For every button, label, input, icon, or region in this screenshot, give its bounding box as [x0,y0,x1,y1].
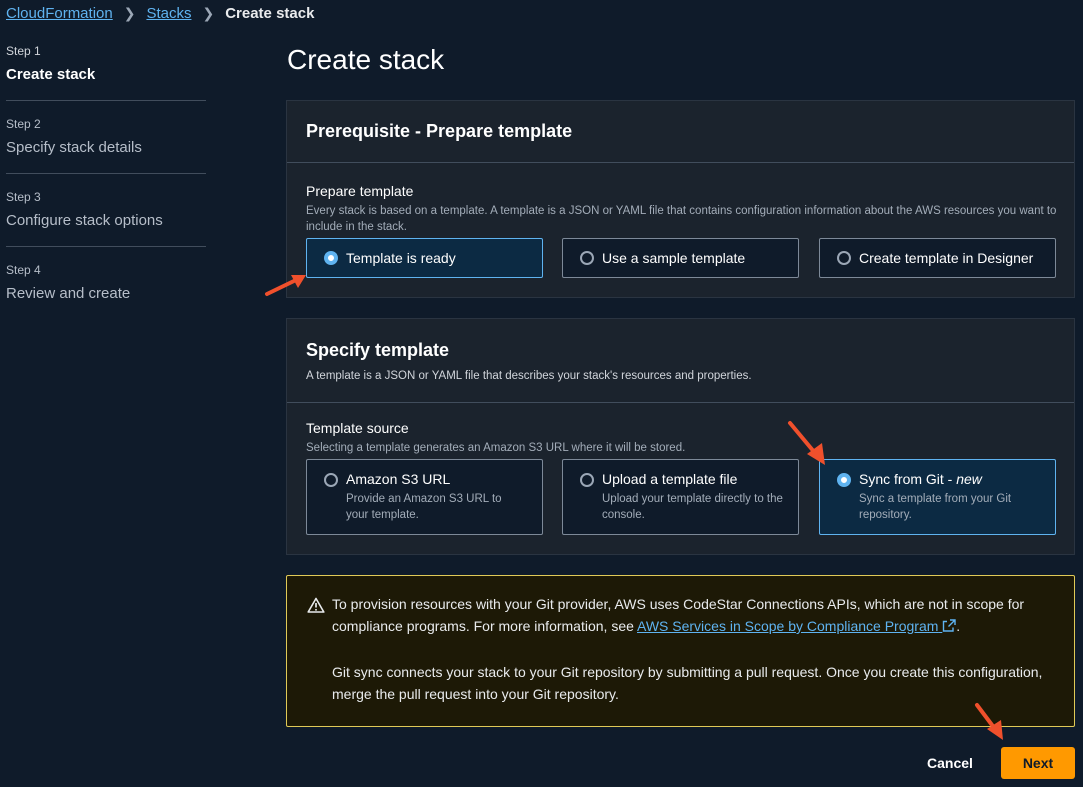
radio-selected-icon[interactable] [324,251,338,265]
annotation-arrow-icon [265,275,306,296]
specify-template-title: Specify template [306,340,450,360]
alert-compliance-text: To provision resources with your Git pro… [332,593,1052,637]
option-sync-from-git[interactable]: Sync from Git - new Sync a template from… [819,459,1056,535]
page-title: Create stack [287,44,445,75]
radio-selected-icon[interactable] [837,473,851,487]
annotation-arrow-icon [975,703,1003,740]
radio-unselected-icon[interactable] [580,251,594,265]
option-label: Create template in Designer [859,250,1034,266]
step-number: Step 2 [6,117,41,131]
breadcrumb-stacks-link[interactable]: Stacks [146,5,191,22]
radio-unselected-icon[interactable] [837,251,851,265]
option-label: Amazon S3 URL [346,471,451,487]
step-name: Create stack [6,66,96,83]
prepare-template-label: Prepare template [306,183,414,199]
wizard-step-3: Step 3 Configure stack options [6,190,206,247]
step-name: Configure stack options [6,212,163,229]
option-template-is-ready[interactable]: Template is ready [306,238,543,278]
step-number: Step 1 [6,44,41,58]
option-label: Template is ready [346,250,456,266]
wizard-step-2: Step 2 Specify stack details [6,117,206,174]
new-tag: new [956,471,982,487]
breadcrumb-separator-icon: ❯ [202,4,215,21]
template-source-label: Template source [306,420,409,436]
option-amazon-s3-url[interactable]: Amazon S3 URL Provide an Amazon S3 URL t… [306,459,543,535]
option-description: Upload your template directly to the con… [602,493,783,521]
prerequisite-title: Prerequisite - Prepare template [306,121,573,141]
template-source-description: Selecting a template generates an Amazon… [306,442,686,454]
step-number: Step 3 [6,190,41,204]
breadcrumb-cloudformation-link[interactable]: CloudFormation [6,5,113,22]
option-description: Provide an Amazon S3 URL to your templat… [346,493,502,521]
option-use-sample-template[interactable]: Use a sample template [562,238,799,278]
step-name: Review and create [6,285,131,302]
step-name: Specify stack details [6,139,142,156]
step-number: Step 4 [6,263,41,277]
option-label-text: Sync from Git - [859,471,957,487]
prerequisite-panel: Prerequisite - Prepare template Prepare … [286,100,1075,298]
breadcrumb: CloudFormation ❯ Stacks ❯ Create stack [6,3,314,23]
template-source-field: Template source Selecting a template gen… [306,420,1066,456]
external-link-icon [943,619,956,632]
specify-template-panel: Specify template A template is a JSON or… [286,318,1075,555]
wizard-step-4: Step 4 Review and create [6,263,206,319]
wizard-step-1: Step 1 Create stack [6,44,206,101]
breadcrumb-separator-icon: ❯ [123,4,136,21]
next-button[interactable]: Next [1001,747,1075,779]
prerequisite-header: Prerequisite - Prepare template [287,101,1074,163]
alert-text: . [956,618,961,634]
git-provider-warning-alert: To provision resources with your Git pro… [286,575,1075,727]
prepare-template-description: Every stack is based on a template. A te… [306,205,1057,233]
option-description: Sync a template from your Git repository… [859,493,1012,521]
annotation-arrow-icon [788,421,825,465]
alert-git-sync-text: Git sync connects your stack to your Git… [332,664,1043,702]
breadcrumb-current: Create stack [225,4,315,22]
cancel-button[interactable]: Cancel [912,748,988,778]
radio-unselected-icon[interactable] [324,473,338,487]
option-upload-template-file[interactable]: Upload a template file Upload your templ… [562,459,799,535]
radio-unselected-icon[interactable] [580,473,594,487]
specify-template-subtitle: A template is a JSON or YAML file that d… [306,370,752,382]
option-create-template-in-designer[interactable]: Create template in Designer [819,238,1056,278]
link-text: AWS Services in Scope by Compliance Prog… [637,618,939,634]
specify-template-header: Specify template A template is a JSON or… [287,319,1074,403]
warning-icon [307,597,325,613]
prepare-template-field: Prepare template Every stack is based on… [306,183,1066,235]
option-label: Upload a template file [602,471,738,487]
option-label: Sync from Git - new [859,471,982,487]
compliance-program-link[interactable]: AWS Services in Scope by Compliance Prog… [637,618,956,634]
wizard-steps: Step 1 Create stack Step 2 Specify stack… [6,44,206,335]
option-label: Use a sample template [602,250,746,266]
